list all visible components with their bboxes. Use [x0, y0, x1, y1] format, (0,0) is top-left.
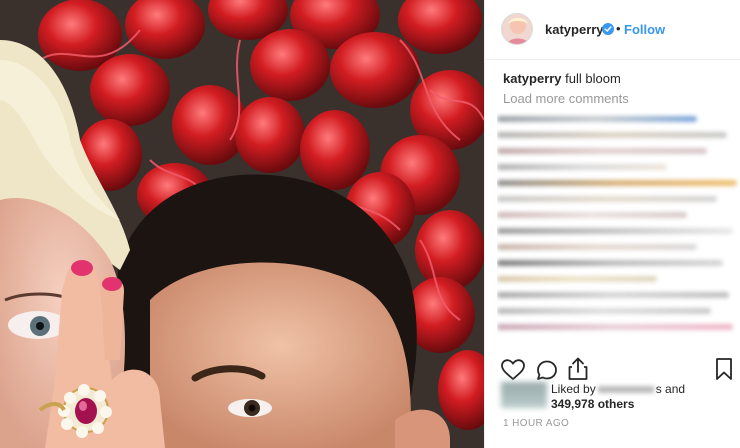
blurred-comment: [497, 148, 707, 154]
blurred-comment: [497, 196, 717, 202]
blurred-comments: [497, 110, 740, 350]
blurred-comment: [497, 132, 727, 138]
blurred-comment: [497, 292, 729, 298]
likes-count[interactable]: 349,978 others: [551, 397, 634, 411]
blurred-comment: [497, 260, 723, 266]
avatar[interactable]: [501, 13, 533, 45]
likes-prefix: Liked by: [551, 382, 596, 396]
blurred-comment: [497, 276, 657, 282]
photo-illustration: [0, 0, 484, 448]
blurred-comment: [497, 164, 667, 170]
blurred-comment: [497, 212, 687, 218]
post-timestamp: 1 HOUR AGO: [503, 418, 570, 429]
share-icon[interactable]: [567, 357, 589, 381]
blurred-liker-avatars: [501, 382, 547, 408]
post-sidebar: katyperry • Follow katyperry full bloom …: [484, 0, 740, 448]
heart-icon[interactable]: [501, 359, 525, 381]
likes-summary: Liked by s and 349,978 others: [501, 382, 740, 412]
blurred-comment: [497, 116, 697, 122]
blurred-comment: [497, 324, 733, 330]
caption: katyperry full bloom: [503, 71, 621, 86]
blurred-comment: [497, 228, 733, 234]
comment-icon[interactable]: [535, 358, 559, 382]
caption-username[interactable]: katyperry: [503, 71, 562, 86]
post-header: katyperry • Follow: [485, 0, 740, 60]
separator-dot: •: [616, 21, 621, 36]
bookmark-icon[interactable]: [715, 357, 733, 381]
blurred-comment: [497, 308, 711, 314]
likes-line: Liked by s and: [551, 382, 685, 396]
verified-badge-icon: [602, 23, 614, 35]
blurred-comment: [497, 180, 737, 186]
username[interactable]: katyperry: [545, 22, 604, 37]
caption-text: full bloom: [561, 71, 621, 86]
blurred-liker-name: [597, 386, 654, 394]
blurred-comment: [497, 244, 697, 250]
avatar-image: [502, 14, 532, 44]
post-photo[interactable]: [0, 0, 484, 448]
load-more-comments-button[interactable]: Load more comments: [503, 91, 629, 106]
follow-button[interactable]: Follow: [624, 22, 665, 37]
likes-suffix: s and: [655, 382, 686, 396]
